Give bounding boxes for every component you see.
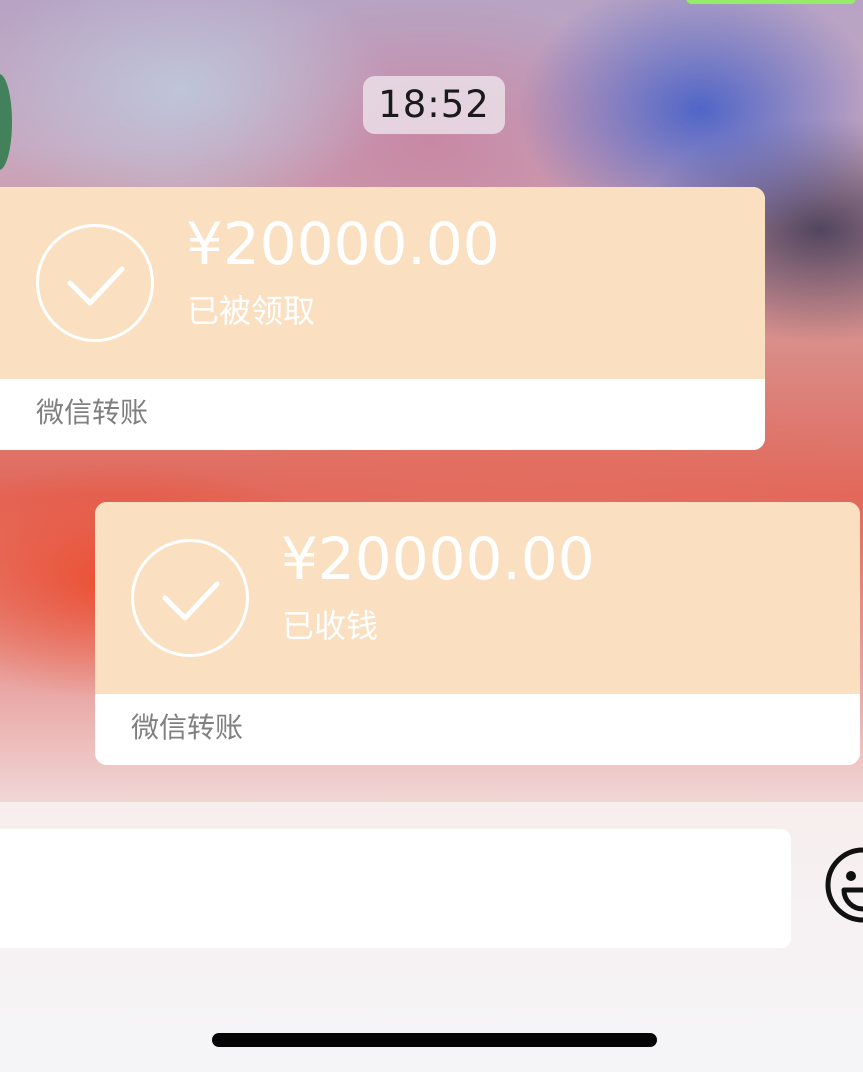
transfer-card-received[interactable]: ¥20000.00 已被领取 微信转账 (0, 187, 765, 450)
home-indicator[interactable] (212, 1033, 657, 1047)
transfer-amount: ¥20000.00 (281, 525, 595, 593)
transfer-status: 已被领取 (187, 292, 316, 330)
transfer-card-footer: 微信转账 (0, 379, 765, 450)
wallpaper-decoration (0, 74, 12, 170)
chat-input-bar (0, 802, 863, 1072)
emoji-face-icon[interactable] (824, 846, 863, 928)
transfer-card-header: ¥20000.00 已被领取 (0, 187, 765, 379)
transfer-source-label: 微信转账 (131, 711, 244, 744)
chat-timestamp: 18:52 (363, 76, 505, 134)
message-input[interactable] (0, 829, 791, 948)
transfer-card-header: ¥20000.00 已收钱 (95, 502, 860, 694)
transfer-card-footer: 微信转账 (95, 694, 860, 765)
transfer-status: 已收钱 (282, 607, 379, 645)
message-bubble-partial[interactable] (686, 0, 856, 4)
transfer-source-label: 微信转账 (36, 396, 149, 429)
transfer-amount: ¥20000.00 (186, 210, 500, 278)
check-circle-icon (131, 539, 249, 657)
check-circle-icon (36, 224, 154, 342)
transfer-card-accepted[interactable]: ¥20000.00 已收钱 微信转账 (95, 502, 860, 765)
chat-background: 18:52 ¥20000.00 已被领取 微信转账 ¥20000.00 已收钱 (0, 0, 863, 802)
